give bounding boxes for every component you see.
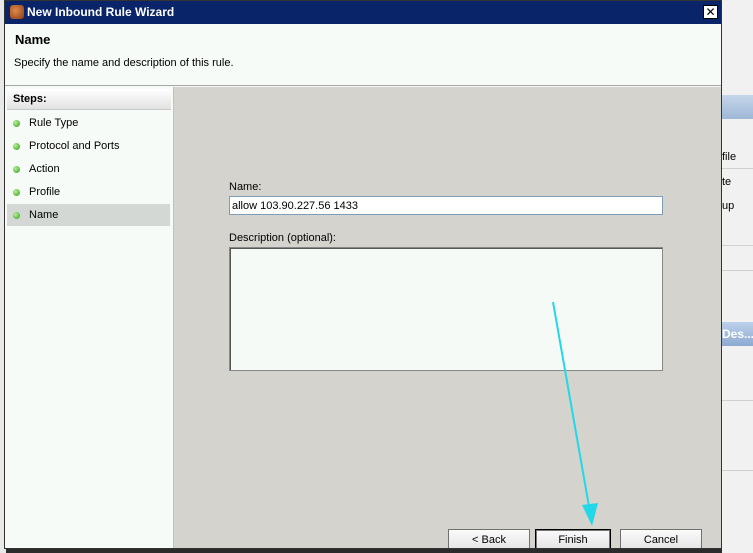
step-name[interactable]: Name [7,204,170,226]
name-field[interactable] [229,196,663,215]
back-button[interactable]: < Back [448,529,530,548]
step-complete-icon [13,143,20,150]
step-protocol-and-ports[interactable]: Protocol and Ports [7,135,170,157]
background-action-item[interactable]: file [722,151,736,163]
firewall-app-icon [10,5,24,19]
step-complete-icon [13,166,20,173]
description-label: Description (optional): [229,232,336,244]
new-inbound-rule-wizard: New Inbound Rule Wizard ✕ Name Specify t… [4,0,722,549]
step-rule-type[interactable]: Rule Type [7,112,170,134]
close-icon: ✕ [705,5,716,19]
background-window: file te up Des... [722,0,753,553]
background-separator [722,168,753,169]
step-label: Protocol and Ports [29,140,120,152]
step-label: Name [29,209,59,221]
page-title: Name [15,32,51,47]
title-bar[interactable]: New Inbound Rule Wizard ✕ [5,1,721,24]
background-separator [722,245,753,246]
step-complete-icon [13,120,20,127]
page-subtitle: Specify the name and description of this… [14,57,234,69]
window-title: New Inbound Rule Wizard [27,5,175,19]
background-section-header: Des... [722,322,753,346]
description-textarea[interactable] [229,247,663,371]
steps-panel: Steps: Rule Type Protocol and Ports Acti… [5,87,174,548]
name-label: Name: [229,181,262,193]
step-label: Profile [29,186,61,198]
background-separator [722,470,753,471]
background-header-bar [722,95,753,119]
background-separator [722,400,753,401]
step-complete-icon [13,189,20,196]
finish-button[interactable]: Finish [535,529,611,548]
background-action-item[interactable]: te [722,176,731,188]
wizard-content: Name: Description (optional): < Back Fin… [174,87,721,548]
step-profile[interactable]: Profile [7,181,170,203]
background-separator [722,270,753,271]
step-label: Action [29,163,60,175]
step-current-icon [13,212,20,219]
step-action[interactable]: Action [7,158,170,180]
background-action-item[interactable]: up [722,200,734,212]
steps-heading: Steps: [7,89,171,110]
step-label: Rule Type [29,117,79,129]
close-button[interactable]: ✕ [703,5,718,19]
wizard-header: Name Specify the name and description of… [5,24,721,86]
cancel-button[interactable]: Cancel [620,529,702,548]
